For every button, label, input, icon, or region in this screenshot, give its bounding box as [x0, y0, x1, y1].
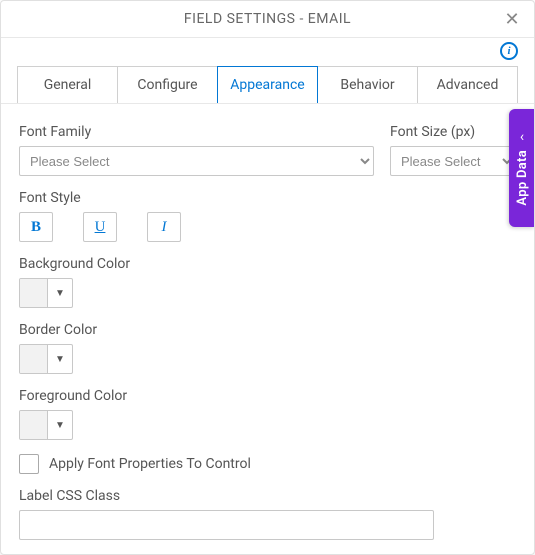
background-color-field: Background Color ▼	[19, 256, 516, 308]
tab-general[interactable]: General	[17, 66, 118, 103]
apply-font-label: Apply Font Properties To Control	[49, 456, 251, 472]
app-data-label: App Data	[515, 150, 530, 206]
foreground-color-toggle[interactable]: ▼	[47, 411, 72, 439]
label-css-input[interactable]	[19, 510, 434, 540]
border-color-picker[interactable]: ▼	[19, 344, 73, 374]
font-family-field: Font Family Please Select	[19, 124, 374, 176]
border-color-field: Border Color ▼	[19, 322, 516, 374]
font-family-label: Font Family	[19, 124, 374, 140]
border-color-toggle[interactable]: ▼	[47, 345, 72, 373]
font-style-field: Font Style B U I	[19, 190, 516, 242]
tab-advanced[interactable]: Advanced	[417, 66, 518, 103]
font-size-field: Font Size (px) Please Select	[390, 124, 516, 176]
font-size-select[interactable]: Please Select	[390, 146, 516, 176]
info-row: i	[1, 38, 534, 60]
background-color-label: Background Color	[19, 256, 516, 272]
tab-behavior[interactable]: Behavior	[317, 66, 418, 103]
close-button[interactable]: ✕	[502, 9, 522, 29]
border-color-swatch	[20, 345, 47, 373]
font-style-label: Font Style	[19, 190, 516, 206]
label-css-field: Label CSS Class	[19, 488, 516, 540]
info-icon[interactable]: i	[500, 42, 518, 60]
foreground-color-field: Foreground Color ▼	[19, 388, 516, 440]
tab-appearance[interactable]: Appearance	[217, 66, 318, 103]
font-style-buttons: B U I	[19, 212, 516, 242]
italic-button[interactable]: I	[147, 212, 181, 242]
background-color-picker[interactable]: ▼	[19, 278, 73, 308]
tab-configure[interactable]: Configure	[117, 66, 218, 103]
background-color-toggle[interactable]: ▼	[47, 279, 72, 307]
border-color-label: Border Color	[19, 322, 516, 338]
label-css-label: Label CSS Class	[19, 488, 516, 504]
bold-button[interactable]: B	[19, 212, 53, 242]
dialog-body[interactable]: Font Family Please Select Font Size (px)…	[1, 104, 534, 554]
foreground-color-swatch	[20, 411, 47, 439]
font-size-label: Font Size (px)	[390, 124, 516, 140]
tabs: General Configure Appearance Behavior Ad…	[1, 60, 534, 104]
apply-font-row: Apply Font Properties To Control	[19, 454, 516, 474]
font-family-select[interactable]: Please Select	[19, 146, 374, 176]
chevron-left-icon: ‹	[520, 130, 524, 144]
field-settings-dialog: FIELD SETTINGS - EMAIL ✕ i General Confi…	[0, 0, 535, 555]
underline-button[interactable]: U	[83, 212, 117, 242]
app-data-side-tab[interactable]: ‹ App Data	[509, 109, 535, 227]
apply-font-checkbox[interactable]	[19, 454, 39, 474]
dialog-header: FIELD SETTINGS - EMAIL ✕	[1, 1, 534, 38]
foreground-color-picker[interactable]: ▼	[19, 410, 73, 440]
foreground-color-label: Foreground Color	[19, 388, 516, 404]
dialog-title: FIELD SETTINGS - EMAIL	[184, 11, 351, 27]
background-color-swatch	[20, 279, 47, 307]
